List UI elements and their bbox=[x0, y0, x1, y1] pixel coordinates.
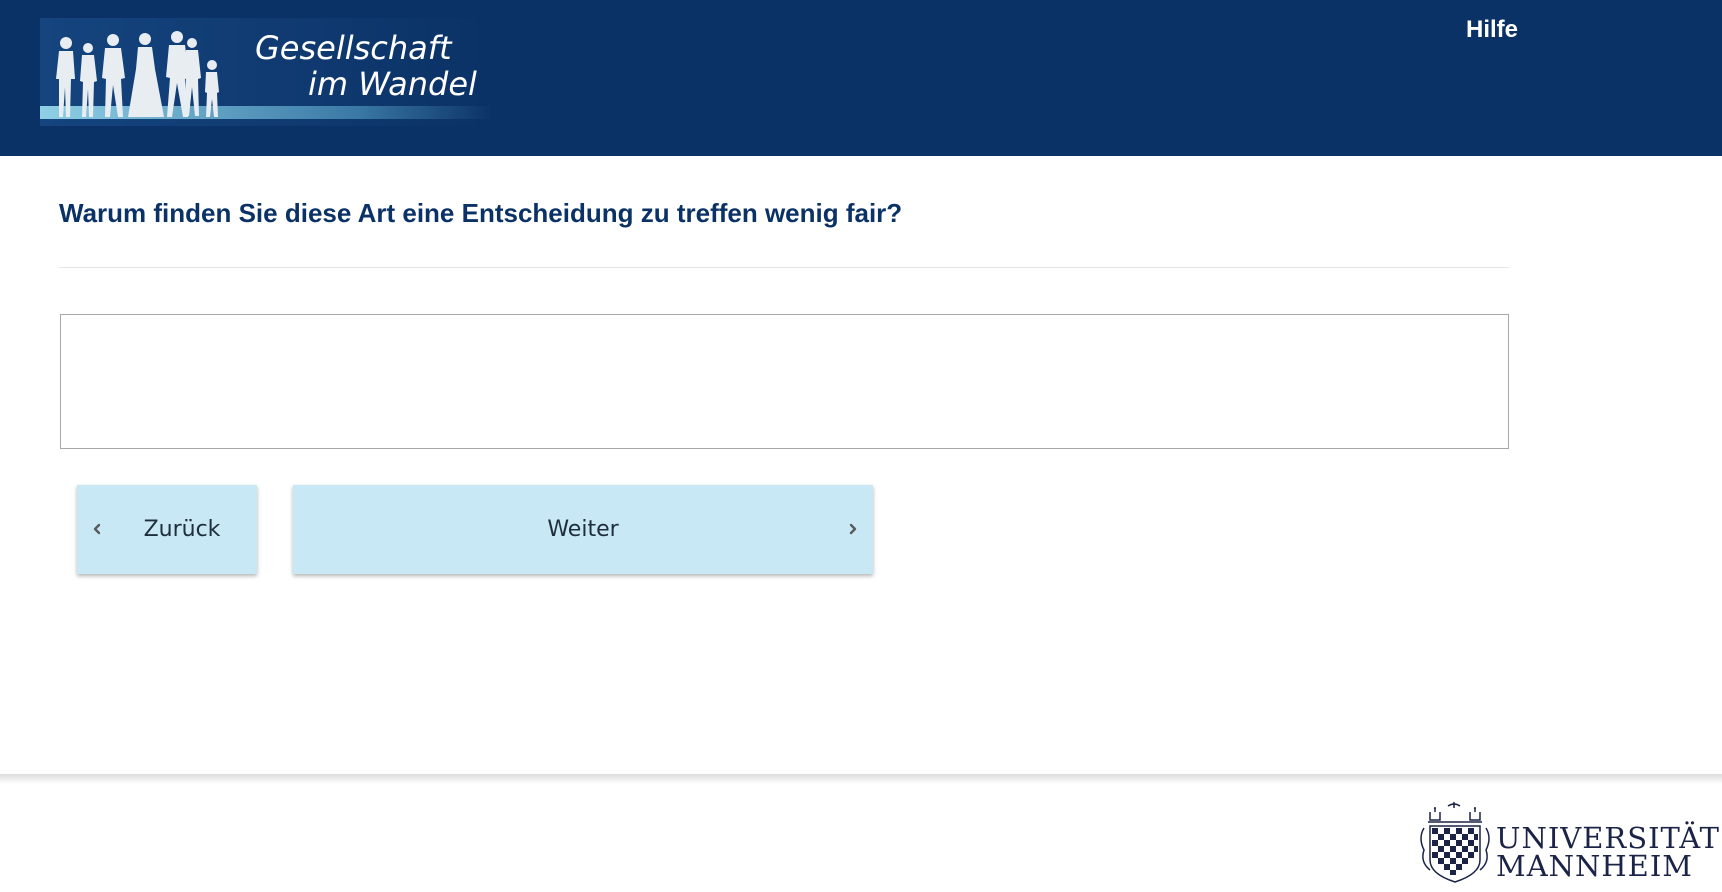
logo-subtitle: im Wandel bbox=[308, 65, 477, 103]
gesellschaft-im-wandel-logo: Gesellschaft im Wandel bbox=[40, 18, 492, 126]
site-header: Gesellschaft im Wandel Hilfe bbox=[0, 0, 1722, 156]
next-button-label: Weiter bbox=[547, 517, 619, 542]
logo-title: Gesellschaft bbox=[255, 29, 452, 67]
university-name-line2: MANNHEIM bbox=[1496, 849, 1693, 883]
back-button[interactable]: Zurück bbox=[77, 485, 257, 574]
chevron-right-icon bbox=[846, 522, 860, 536]
university-crest-icon bbox=[1420, 802, 1490, 883]
question-text: Warum finden Sie diese Art eine Entschei… bbox=[59, 198, 903, 228]
university-mannheim-logo: UNIVERSITÄT MANNHEIM bbox=[1414, 800, 1719, 888]
divider bbox=[59, 267, 1509, 268]
answer-textarea[interactable] bbox=[60, 314, 1509, 449]
footer-divider bbox=[0, 774, 1722, 784]
back-button-label: Zurück bbox=[143, 517, 221, 542]
chevron-left-icon bbox=[90, 522, 104, 536]
next-button[interactable]: Weiter bbox=[293, 485, 873, 574]
help-link[interactable]: Hilfe bbox=[1466, 16, 1518, 44]
